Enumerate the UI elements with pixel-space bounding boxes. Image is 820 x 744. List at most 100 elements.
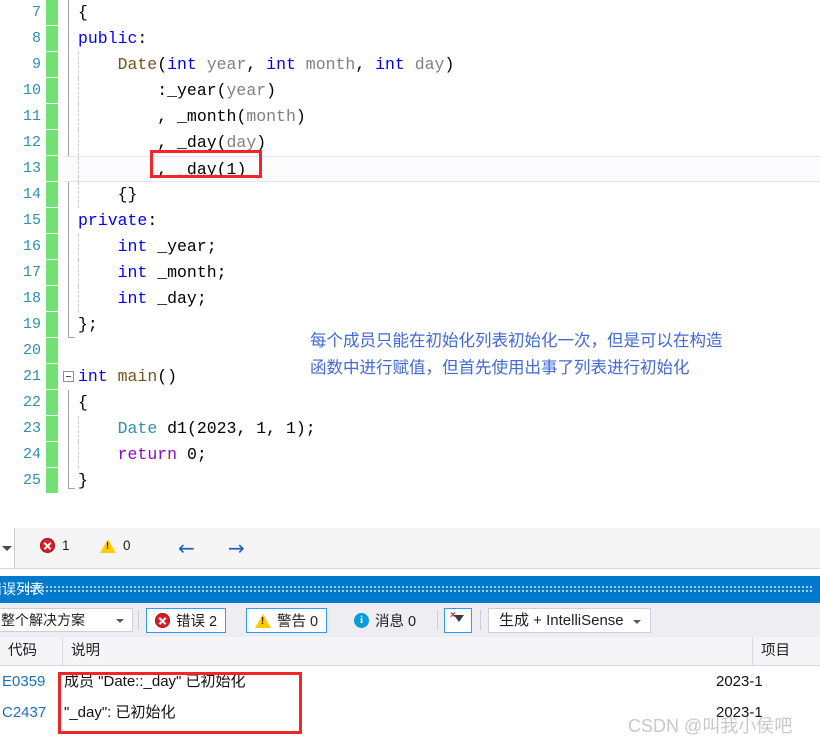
code-line[interactable]: , _month(month) xyxy=(64,104,820,130)
code-token: year xyxy=(227,81,267,100)
line-number: 12 xyxy=(0,130,44,156)
line-number: 15 xyxy=(0,208,44,234)
code-line[interactable]: return 0; xyxy=(64,442,820,468)
code-line[interactable]: , _day(day) xyxy=(64,130,820,156)
clear-filter-button[interactable]: × xyxy=(444,608,472,633)
chevron-down-icon xyxy=(116,619,124,623)
code-line[interactable]: { xyxy=(64,390,820,416)
change-segment xyxy=(46,234,58,260)
code-token: int xyxy=(78,367,108,386)
change-indicator-bar xyxy=(46,0,58,494)
code-token: day xyxy=(405,55,445,74)
code-editor[interactable]: 78910111213141516171819202122232425 {pub… xyxy=(0,0,820,520)
code-line[interactable]: int _year; xyxy=(64,234,820,260)
table-row[interactable]: C2437 "_day": 已初始化 2023-1 xyxy=(0,697,820,728)
code-token: ); xyxy=(296,419,316,438)
code-token: month xyxy=(296,55,355,74)
code-token: ) xyxy=(444,55,454,74)
error-icon xyxy=(40,538,55,553)
code-line[interactable]: int _month; xyxy=(64,260,820,286)
code-line[interactable]: int _day; xyxy=(64,286,820,312)
strip-warning-count-label: 0 xyxy=(123,538,131,553)
strip-error-count[interactable]: 1 xyxy=(40,538,70,553)
scope-filter-select[interactable]: 整个解决方案 xyxy=(0,608,133,632)
row-project: 2023-1 xyxy=(716,697,820,728)
filter-x-icon: × xyxy=(450,611,456,621)
code-line[interactable]: public: xyxy=(64,26,820,52)
annotation-line-2: 函数中进行赋值，但首先使用出事了列表进行初始化 xyxy=(310,355,810,382)
change-segment xyxy=(46,468,58,494)
code-token: ; xyxy=(197,445,207,464)
code-token: Date xyxy=(118,419,158,438)
code-token xyxy=(78,289,118,308)
code-token: 1 xyxy=(286,419,296,438)
toggle-warnings-button[interactable]: 警告 0 xyxy=(246,608,327,633)
column-header-code[interactable]: 代码 xyxy=(0,637,62,665)
line-number: 14 xyxy=(0,182,44,208)
change-segment xyxy=(46,390,58,416)
code-token: , xyxy=(266,419,286,438)
warning-icon xyxy=(100,539,116,553)
code-line[interactable]: , _day(1) xyxy=(64,156,820,182)
code-token: day xyxy=(227,133,257,152)
code-annotation-note: 每个成员只能在初始化列表初始化一次，但是可以在构造 函数中进行赋值，但首先使用出… xyxy=(310,328,810,382)
error-list-title-bar[interactable]: 错误列表 xyxy=(0,576,820,603)
toggle-errors-button[interactable]: 错误 2 xyxy=(146,608,226,633)
change-segment xyxy=(46,208,58,234)
code-line[interactable]: private: xyxy=(64,208,820,234)
change-segment xyxy=(46,26,58,52)
build-filter-value: 生成 + IntelliSense xyxy=(499,612,624,629)
code-token xyxy=(78,419,118,438)
code-token xyxy=(78,263,118,282)
code-token xyxy=(108,367,118,386)
line-number: 24 xyxy=(0,442,44,468)
code-token: ) xyxy=(296,107,306,126)
code-token: year xyxy=(197,55,247,74)
toggle-messages-button[interactable]: 消息 0 xyxy=(345,608,425,633)
code-token: 0 xyxy=(187,445,197,464)
column-header-project[interactable]: 项目 xyxy=(752,637,820,665)
annotation-line-1: 每个成员只能在初始化列表初始化一次，但是可以在构造 xyxy=(310,328,810,355)
navigate-forward-button[interactable]: → xyxy=(228,538,245,558)
column-header-description[interactable]: 说明 xyxy=(62,637,752,665)
code-token: private xyxy=(78,211,147,230)
code-token: }; xyxy=(78,315,98,334)
chevron-down-icon xyxy=(2,546,12,551)
code-token: , xyxy=(246,55,266,74)
code-line[interactable]: } xyxy=(64,468,820,494)
error-list-table: 代码 说明 项目 E0359 成员 "Date::_day" 已初始化 2023… xyxy=(0,637,820,744)
line-number: 18 xyxy=(0,286,44,312)
code-line[interactable]: Date d1(2023, 1, 1); xyxy=(64,416,820,442)
code-line[interactable]: :_year(year) xyxy=(64,78,820,104)
code-line[interactable]: {} xyxy=(64,182,820,208)
build-filter-select[interactable]: 生成 + IntelliSense xyxy=(488,608,651,633)
code-token: } xyxy=(78,471,88,490)
line-number: 19 xyxy=(0,312,44,338)
line-number: 9 xyxy=(0,52,44,78)
navigate-back-button[interactable]: ← xyxy=(178,538,195,558)
code-token: { xyxy=(78,393,88,412)
code-line[interactable]: { xyxy=(64,0,820,26)
strip-warning-count[interactable]: 0 xyxy=(100,538,131,553)
line-number: 25 xyxy=(0,468,44,494)
change-segment xyxy=(46,364,58,390)
code-token: () xyxy=(157,367,177,386)
line-number: 8 xyxy=(0,26,44,52)
code-token: 1 xyxy=(227,160,237,179)
code-token: main xyxy=(118,367,158,386)
code-text-area[interactable]: {public: Date(int year, int month, int d… xyxy=(64,0,820,520)
error-icon xyxy=(155,613,170,628)
change-segment xyxy=(46,104,58,130)
toolbar-separator xyxy=(138,610,139,630)
strip-error-count-label: 1 xyxy=(62,538,70,553)
code-token xyxy=(78,445,118,464)
row-code: E0359 xyxy=(0,666,64,697)
code-token xyxy=(177,445,187,464)
code-token: , _day xyxy=(78,133,217,152)
code-token: ( xyxy=(236,107,246,126)
strip-dropdown-button[interactable] xyxy=(0,528,15,568)
row-project: 2023-1 xyxy=(716,666,820,697)
table-row[interactable]: E0359 成员 "Date::_day" 已初始化 2023-1 xyxy=(0,666,820,697)
code-line[interactable]: Date(int year, int month, int day) xyxy=(64,52,820,78)
indent-guide xyxy=(78,157,79,183)
